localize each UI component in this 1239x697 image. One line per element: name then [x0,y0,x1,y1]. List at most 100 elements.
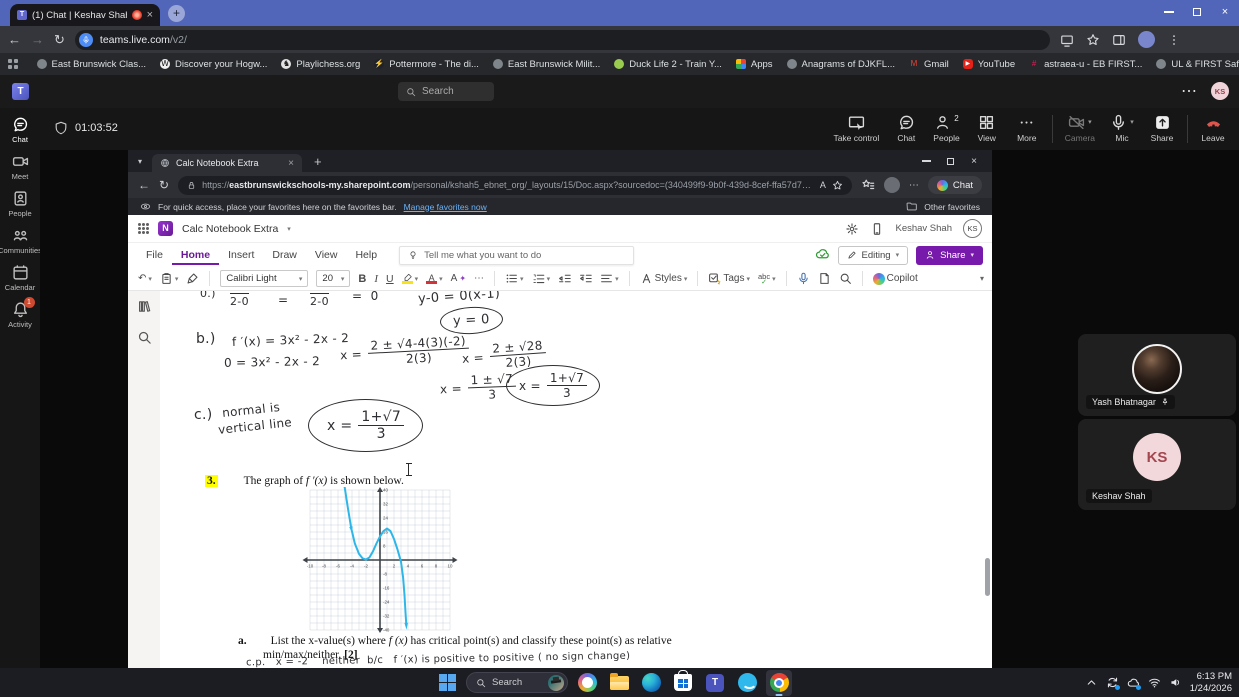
bookmark-item[interactable]: Duck Life 2 - Train Y... [607,59,729,70]
edge-tab-close-icon[interactable]: × [288,158,294,169]
editing-mode-button[interactable]: Editing ▾ [838,246,909,265]
edge-back-icon[interactable]: ← [138,178,150,192]
numbering-button[interactable]: ▾ [532,272,551,285]
cast-icon[interactable] [1060,33,1074,47]
app-launcher-icon[interactable] [138,223,149,234]
tell-me-input[interactable]: Tell me what you want to do [399,246,634,265]
taskbar-clock[interactable]: 6:13 PM 1/24/2026 [1190,671,1232,695]
file-explorer-button[interactable] [606,670,632,696]
taskbar-search[interactable]: Search [466,672,568,693]
font-name-select[interactable]: Calibri Light▾ [220,270,308,287]
onedrive-tray-icon[interactable] [1127,676,1140,689]
tab-view[interactable]: View [306,245,347,265]
sidebar-item-meet[interactable]: Meet [0,153,40,181]
sidebar-item-calendar[interactable]: Calendar [0,264,40,292]
other-favorites-button[interactable]: Other favorites [924,202,980,212]
take-control-button[interactable]: Take control [826,111,886,145]
bookmark-item[interactable]: WDiscover your Hogw... [153,59,274,70]
dictate-button[interactable] [797,272,810,285]
participant-tile[interactable]: Yash Bhatnagar [1078,334,1236,416]
font-size-select[interactable]: 20▾ [316,270,350,287]
more-button[interactable]: More [1007,111,1047,145]
ribbon-more-icon[interactable]: ⋯ [474,273,484,284]
format-painter-button[interactable] [186,272,199,285]
tab-search-chevron-icon[interactable]: ▾ [134,157,146,166]
share-button[interactable]: Share ▾ [916,246,983,265]
notebooks-icon[interactable] [137,299,152,314]
camera-button[interactable]: ▾Camera [1058,111,1102,145]
teams-app-button[interactable]: T [702,670,728,696]
store-button[interactable] [670,670,696,696]
document-title[interactable]: Calc Notebook Extra [182,223,278,235]
italic-button[interactable]: I [374,273,378,285]
indent-button[interactable] [579,272,592,285]
scrollbar-thumb[interactable] [985,558,990,596]
tray-chevron-icon[interactable] [1085,676,1098,689]
edge-app-button[interactable] [638,670,664,696]
read-aloud-icon[interactable]: A [820,180,826,190]
page-note-button[interactable] [818,272,831,285]
profile-avatar[interactable] [1138,31,1155,48]
forward-icon[interactable]: → [31,32,44,47]
reading-list-icon[interactable] [8,59,18,69]
bookmark-item[interactable]: Anagrams of DJKFL... [780,59,902,70]
maximize-button[interactable] [1183,0,1211,24]
font-color-button[interactable]: A▾ [426,274,443,284]
bookmark-item[interactable]: ⚡Pottermore - The di... [367,59,486,70]
teams-more-icon[interactable]: ⋯ [1181,81,1197,101]
chrome-app-button[interactable] [766,670,792,696]
edge-tab[interactable]: Calc Notebook Extra × [152,154,302,172]
outdent-button[interactable] [558,272,571,285]
edge-close-button[interactable]: × [962,151,986,171]
minimize-button[interactable] [1155,0,1183,24]
bookmark-item[interactable]: #astraea-u - EB FIRST... [1022,59,1149,70]
chat-button[interactable]: Chat [886,111,926,145]
copilot-button[interactable]: Copilot [873,273,918,285]
edge-menu-icon[interactable]: ⋯ [909,180,919,191]
device-icon[interactable] [870,222,884,236]
bookmark-item[interactable]: UL & FIRST Safety L... [1149,59,1239,70]
people-button[interactable]: 2People [926,111,966,145]
favorite-star-icon[interactable] [832,180,843,191]
new-tab-button[interactable]: + [168,5,185,22]
tab-insert[interactable]: Insert [219,245,263,265]
sidebar-item-people[interactable]: People [0,190,40,218]
gear-icon[interactable] [845,222,859,236]
close-button[interactable]: × [1211,0,1239,24]
reload-icon[interactable]: ↻ [54,32,65,48]
sidebar-item-chat[interactable]: Chat [0,116,40,144]
mic-button[interactable]: ▾Mic [1102,111,1142,145]
browser-tab[interactable]: T (1) Chat | Keshav Shah | Mi × [10,4,160,26]
volume-icon[interactable] [1169,676,1182,689]
spelling-button[interactable]: abc✓▾ [758,273,776,284]
document-page[interactable]: 3.The graph of f ′(x) is shown below. -1… [160,291,986,668]
align-button[interactable]: ▾ [600,272,619,285]
bookmark-item[interactable]: ♞Playlichess.org [274,59,367,70]
paste-button[interactable]: ▾ [160,272,179,285]
edge-minimize-button[interactable] [914,151,938,171]
share-button[interactable]: Share [1142,111,1182,145]
edge-reload-icon[interactable]: ↻ [159,178,169,192]
user-avatar[interactable]: KS [963,219,982,238]
leave-button[interactable]: Leave [1193,111,1233,145]
edge-maximize-button[interactable] [938,151,962,171]
sidebar-item-activity[interactable]: 1Activity [0,301,40,329]
highlight-button[interactable]: ▾ [402,273,419,284]
search-icon[interactable] [137,330,152,345]
copilot-app-button[interactable] [574,670,600,696]
edge-profile-avatar[interactable] [884,177,900,193]
copilot-chat-button[interactable]: Chat [928,176,982,194]
tab-draw[interactable]: Draw [263,245,306,265]
tab-help[interactable]: Help [346,245,386,265]
ribbon-collapse-icon[interactable]: ▾ [980,274,984,283]
menu-kebab-icon[interactable] [1167,33,1181,47]
text-effects-button[interactable]: A✦ [451,273,466,284]
favorites-icon[interactable] [861,178,875,192]
bullets-button[interactable]: ▾ [505,272,524,285]
bookmark-item[interactable]: East Brunswick Milit... [486,59,607,70]
bookmark-item[interactable]: East Brunswick Clas... [30,59,154,70]
edge-new-tab-button[interactable]: + [308,154,328,169]
tags-button[interactable]: Tags▾ [708,272,750,285]
wifi-icon[interactable] [1148,676,1161,689]
bookmark-item[interactable]: Apps [729,59,780,70]
